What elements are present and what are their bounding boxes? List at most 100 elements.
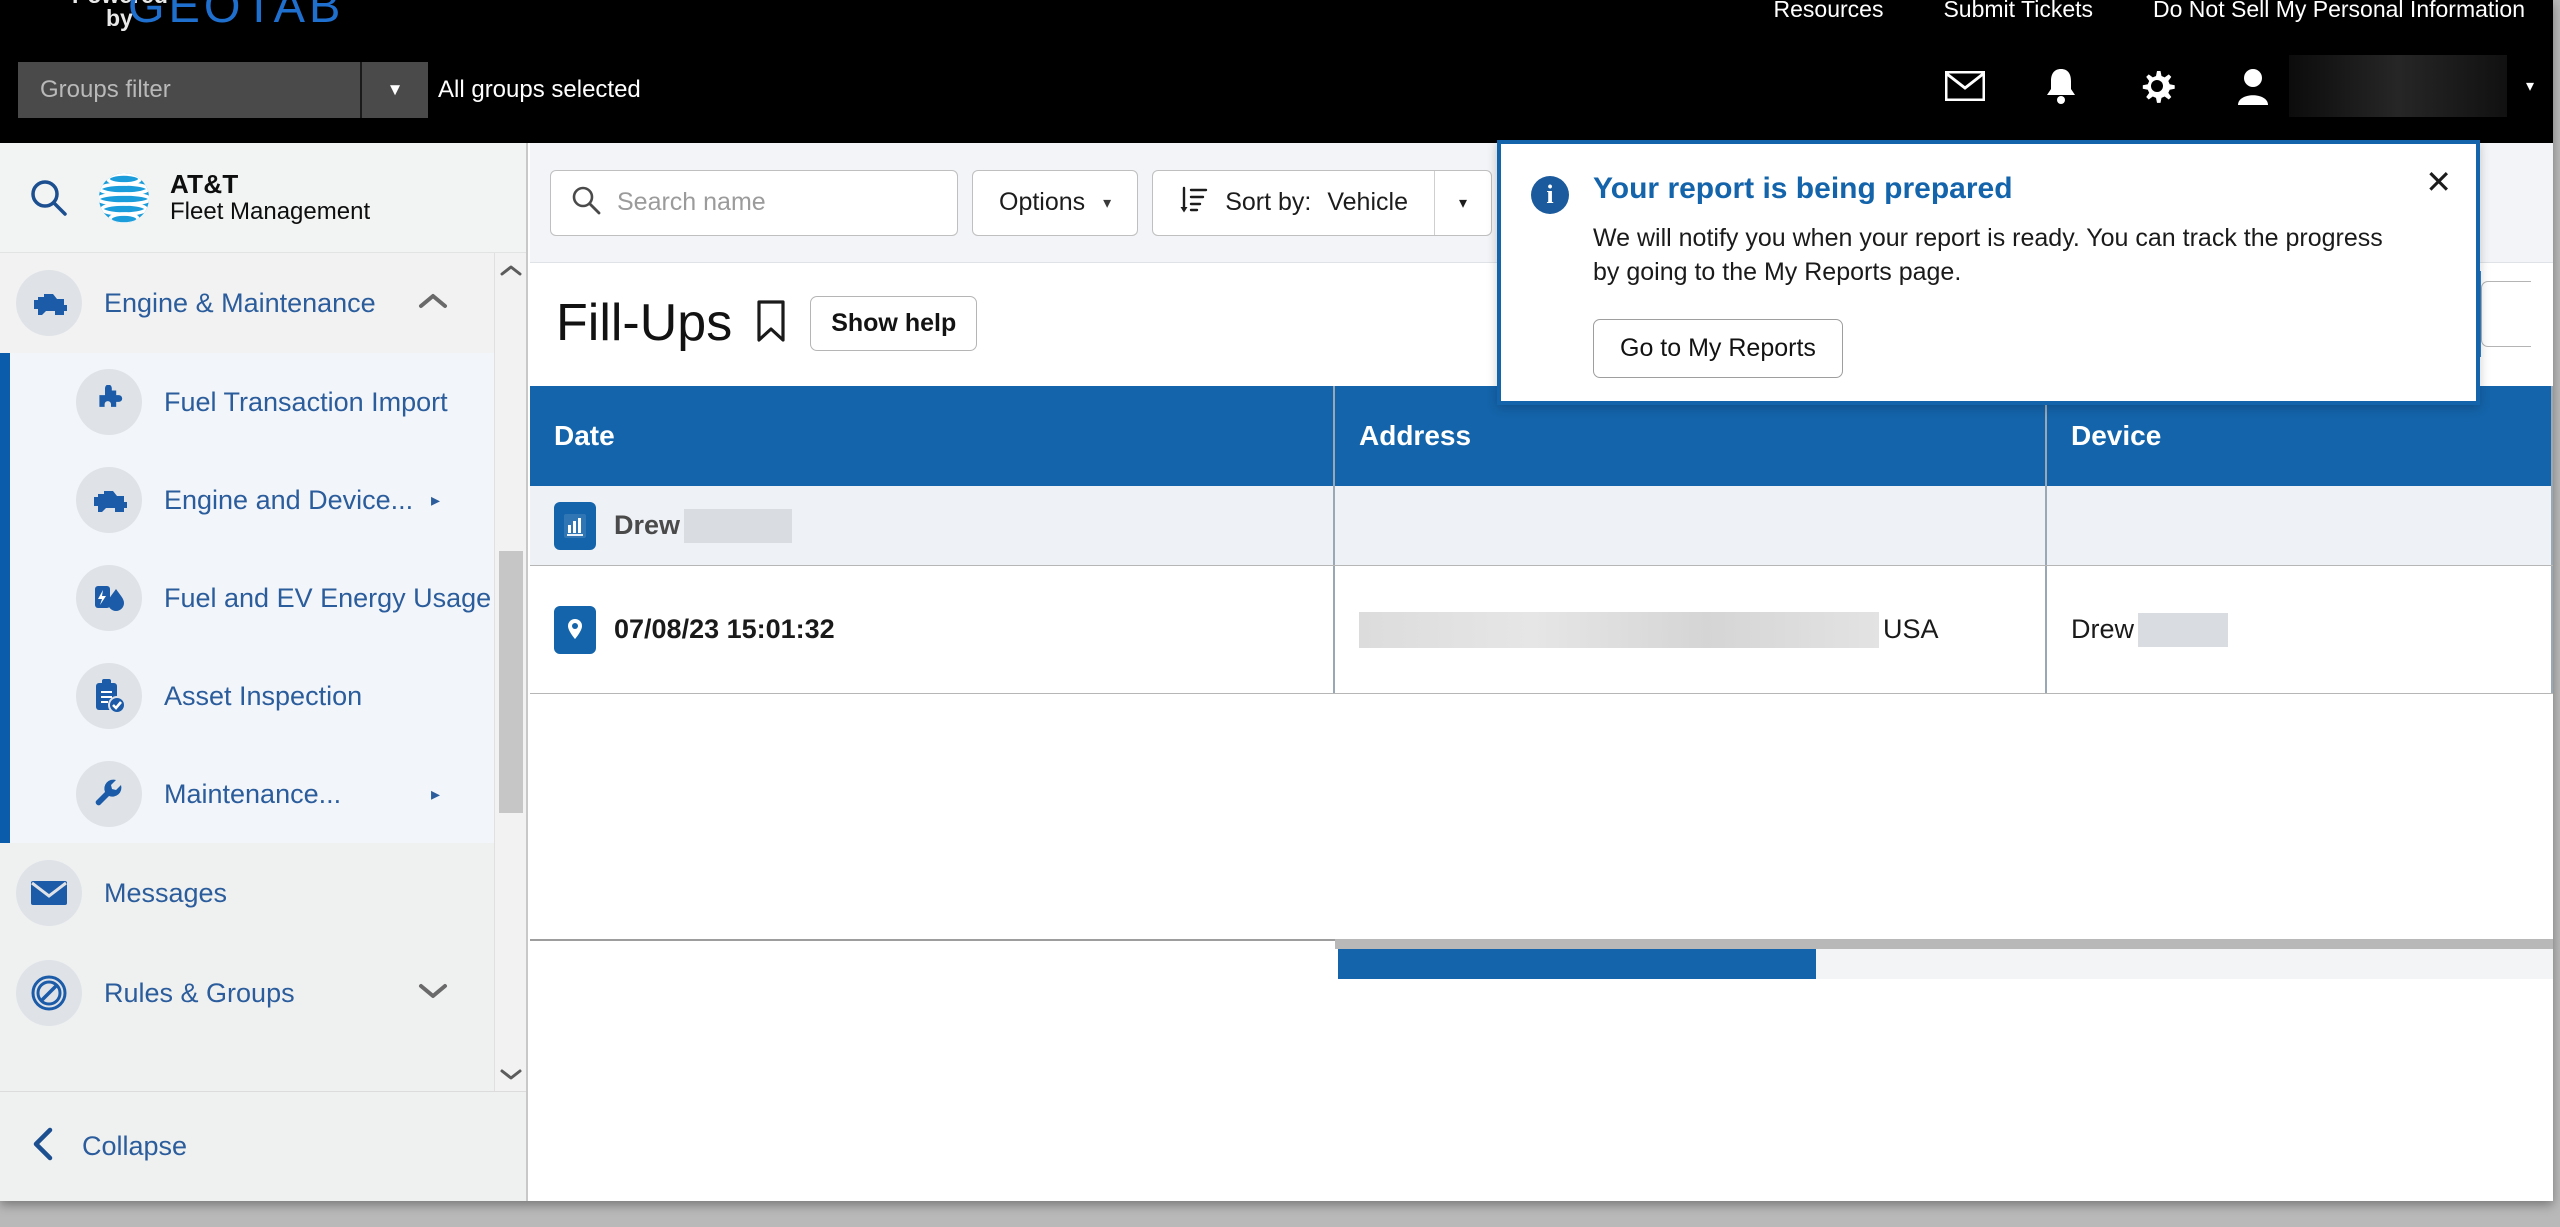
sidebar-item-maintenance[interactable]: Maintenance... ▸: [10, 745, 526, 843]
engine-icon: [16, 270, 82, 336]
sidebar-scroll-area: Engine & Maintenance Fuel Transaction Im…: [0, 253, 526, 1091]
cell-address: USA: [1335, 566, 2047, 693]
cell-address-suffix: USA: [1883, 614, 1939, 644]
report-notification-popup: i Your report is being prepared We will …: [1497, 140, 2480, 405]
sidebar-vertical-scrollbar[interactable]: [494, 253, 526, 1091]
sort-by-control[interactable]: Sort by: Vehicle ▾: [1152, 169, 1493, 236]
chevron-up-icon[interactable]: [418, 290, 448, 316]
chevron-down-icon: ▾: [1103, 194, 1112, 212]
redacted-address: [1359, 611, 1879, 648]
fuel-ev-icon: [76, 565, 142, 631]
sidebar-item-engine-and-maintenance[interactable]: Engine & Maintenance: [0, 253, 526, 353]
close-icon[interactable]: ✕: [2425, 166, 2452, 198]
app-window: Powered by GEOTAB Resources Submit Ticke…: [0, 0, 2553, 1201]
sidebar-item-messages[interactable]: Messages: [0, 843, 526, 943]
sidebar-item-label: Messages: [104, 877, 228, 908]
envelope-icon: [16, 860, 82, 926]
user-menu-caret-icon[interactable]: ▾: [2507, 55, 2553, 117]
notification-body: We will notify you when your report is r…: [1593, 224, 2383, 286]
sidebar-item-fuel-transaction-import[interactable]: Fuel Transaction Import: [10, 353, 526, 451]
sidebar-item-engine-and-device[interactable]: Engine and Device... ▸: [10, 451, 526, 549]
bell-icon[interactable]: [2013, 55, 2109, 117]
search-icon[interactable]: [0, 177, 96, 219]
sidebar-subgroup: Fuel Transaction Import Engine and Devic…: [0, 353, 526, 843]
go-to-my-reports-button[interactable]: Go to My Reports: [1593, 319, 1843, 378]
sort-dropdown-caret-icon[interactable]: ▾: [1433, 170, 1491, 235]
cell-date: 07/08/23 15:01:32: [530, 566, 1335, 693]
horizontal-scrollbar-rest[interactable]: [1816, 949, 2553, 979]
map-pin-icon: [554, 605, 596, 654]
groups-filter-dropdown[interactable]: Groups filter ▼: [18, 62, 428, 118]
group-row-date-cell: Drew: [530, 486, 1335, 565]
chevron-down-icon[interactable]: [418, 980, 448, 1006]
cell-device: Drew: [2047, 566, 2553, 693]
all-groups-selected-label: All groups selected: [438, 76, 641, 103]
sidebar-item-label: Engine & Maintenance: [104, 287, 376, 318]
chevron-right-icon[interactable]: ▸: [431, 784, 440, 805]
sidebar-item-asset-inspection[interactable]: Asset Inspection: [10, 647, 526, 745]
chevron-left-icon: [30, 1127, 56, 1166]
sidebar-item-rules-and-groups[interactable]: Rules & Groups: [0, 943, 526, 1043]
att-globe-icon: [99, 172, 149, 223]
info-icon: i: [1531, 176, 1569, 214]
cell-device-value: Drew: [2071, 614, 2135, 644]
scroll-up-arrow-icon[interactable]: [495, 253, 526, 287]
geotab-logo: GEOTAB: [128, 0, 345, 32]
redacted-text: [684, 508, 793, 543]
search-name-field[interactable]: [550, 169, 958, 236]
horizontal-scrollbar-track[interactable]: [1335, 939, 2553, 949]
left-sidebar: AT&T Fleet Management Engine & Maintenan…: [0, 143, 528, 1201]
header-icon-group: ▾: [1917, 55, 2553, 117]
sort-by-value: Vehicle: [1327, 188, 1408, 216]
engine-icon: [76, 467, 142, 533]
user-name-redacted: [2289, 55, 2507, 117]
scrollbar-thumb[interactable]: [499, 551, 523, 813]
page-title: Fill-Ups: [556, 294, 733, 352]
sidebar-item-label: Engine and Device...: [164, 484, 414, 515]
sidebar-item-label: Fuel Transaction Import: [164, 386, 448, 417]
scroll-down-arrow-icon[interactable]: [495, 1057, 526, 1091]
sort-icon: [1179, 184, 1209, 221]
search-input[interactable]: [617, 188, 917, 217]
clipboard-check-icon: [76, 663, 142, 729]
column-header-date[interactable]: Date: [530, 386, 1335, 486]
redacted-device: [2138, 612, 2229, 647]
group-row-address-cell: [1335, 486, 2047, 565]
bookmark-icon[interactable]: [754, 299, 788, 348]
table-row[interactable]: 07/08/23 15:01:32 USA Drew: [530, 566, 2553, 694]
groups-filter-caret-icon[interactable]: ▼: [360, 62, 428, 118]
puzzle-icon: [76, 369, 142, 435]
groups-filter-placeholder: Groups filter: [40, 76, 171, 103]
table-group-row[interactable]: Drew: [530, 486, 2553, 566]
att-fleet-logo: AT&T Fleet Management: [96, 169, 371, 226]
options-button[interactable]: Options ▾: [972, 169, 1139, 236]
show-help-button[interactable]: Show help: [810, 295, 978, 351]
chevron-right-icon[interactable]: ▸: [431, 490, 440, 511]
cell-date-value: 07/08/23 15:01:32: [614, 614, 835, 644]
link-resources[interactable]: Resources: [1774, 0, 1884, 23]
right-edge-field[interactable]: [2481, 281, 2531, 347]
brand-fleet-management: Fleet Management: [170, 197, 371, 225]
group-row-device-cell: [2047, 486, 2553, 565]
horizontal-scrollbar-thumb[interactable]: [1338, 949, 1816, 979]
mail-icon[interactable]: [1917, 55, 2013, 117]
link-do-not-sell[interactable]: Do Not Sell My Personal Information: [2153, 0, 2525, 23]
sidebar-header: AT&T Fleet Management: [0, 143, 526, 253]
report-chart-icon: [554, 501, 596, 550]
sort-by-label: Sort by:: [1225, 188, 1312, 216]
group-row-label: Drew: [614, 510, 681, 540]
collapse-label: Collapse: [82, 1131, 188, 1161]
top-header-bar: Powered by GEOTAB Resources Submit Ticke…: [0, 0, 2553, 143]
sidebar-collapse-button[interactable]: Collapse: [0, 1091, 526, 1201]
options-label: Options: [999, 188, 1086, 216]
gear-icon[interactable]: [2109, 55, 2205, 117]
link-submit-tickets[interactable]: Submit Tickets: [1943, 0, 2093, 23]
user-icon[interactable]: [2205, 55, 2301, 117]
sidebar-item-fuel-and-ev-energy-usage[interactable]: Fuel and EV Energy Usage: [10, 549, 526, 647]
wrench-icon: [76, 761, 142, 827]
table-bottom-border: [530, 939, 1335, 941]
sort-by-button[interactable]: Sort by: Vehicle: [1153, 171, 1434, 235]
sidebar-item-label: Rules & Groups: [104, 977, 295, 1008]
sidebar-item-label: Fuel and EV Energy Usage: [164, 582, 492, 613]
search-icon: [571, 185, 601, 220]
